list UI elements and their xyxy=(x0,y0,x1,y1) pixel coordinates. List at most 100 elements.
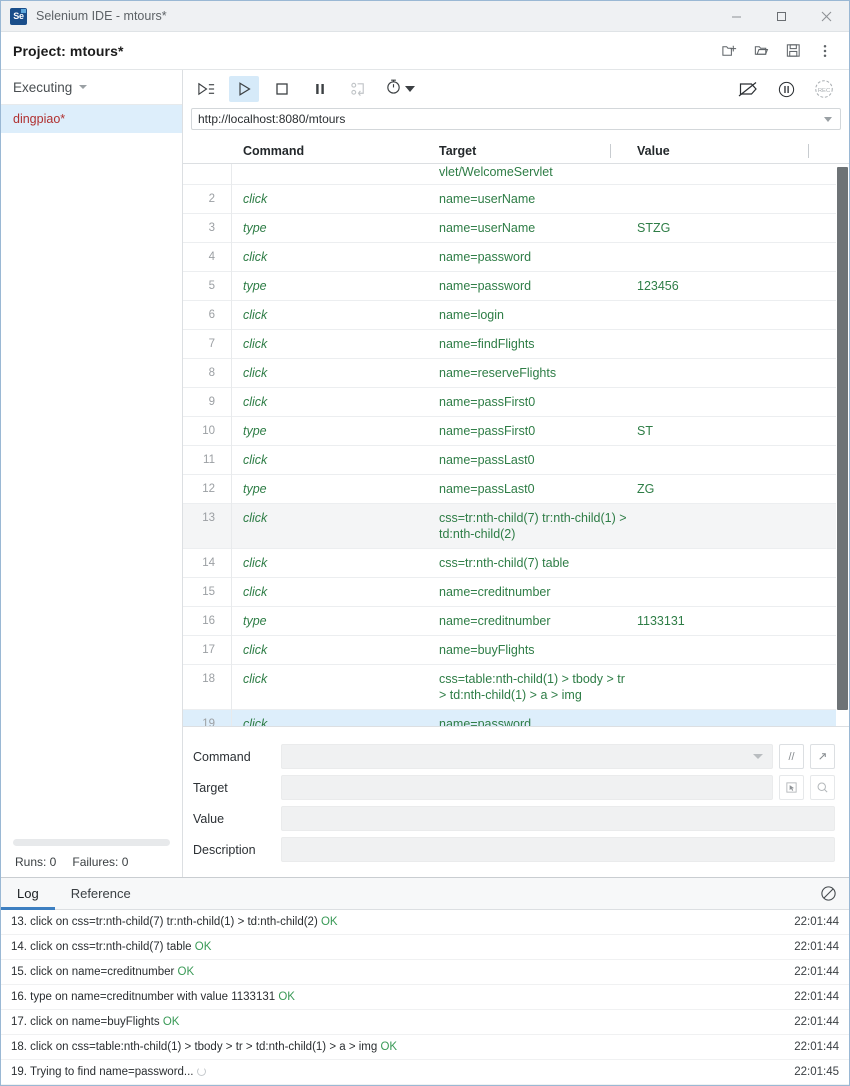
header-command[interactable]: Command xyxy=(231,144,429,158)
row-target: name=creditnumber xyxy=(439,614,551,628)
value-field-label: Value xyxy=(193,811,225,826)
table-row[interactable]: 18 click css=table:nth-child(1) > tbody > … xyxy=(183,665,836,710)
save-project-icon[interactable] xyxy=(779,37,807,65)
table-row[interactable]: 4 click name=password xyxy=(183,243,836,272)
row-target: name=buyFlights xyxy=(439,643,535,657)
row-command: type xyxy=(243,424,267,438)
target-input[interactable] xyxy=(281,775,773,800)
more-menu-icon[interactable] xyxy=(811,37,839,65)
pause-button[interactable] xyxy=(305,76,335,102)
log-entry-message: 15. click on name=creditnumber OK xyxy=(11,966,794,978)
row-value: 123456 xyxy=(637,279,679,293)
log-entry: 18. click on css=table:nth-child(1) > tb… xyxy=(1,1035,849,1060)
target-field-label: Target xyxy=(193,780,228,795)
base-url-value: http://localhost:8080/mtours xyxy=(198,112,346,126)
scrollbar-thumb[interactable] xyxy=(837,167,848,710)
value-input[interactable] xyxy=(281,806,835,831)
header-target[interactable]: Target xyxy=(429,144,627,158)
table-row[interactable]: 11 click name=passLast0 xyxy=(183,446,836,475)
clear-log-icon[interactable] xyxy=(820,885,837,902)
open-command-docs-button[interactable] xyxy=(810,744,835,769)
tab-log[interactable]: Log xyxy=(1,878,55,910)
tab-reference[interactable]: Reference xyxy=(55,878,147,910)
log-entry: 17. click on name=buyFlights OK 22:01:44 xyxy=(1,1010,849,1035)
table-row[interactable]: 9 click name=passFirst0 xyxy=(183,388,836,417)
select-target-button[interactable] xyxy=(779,775,804,800)
table-row[interactable]: 7 click name=findFlights xyxy=(183,330,836,359)
form-row-description: Description xyxy=(183,834,849,865)
base-url-input[interactable]: http://localhost:8080/mtours xyxy=(191,108,841,130)
table-row[interactable]: 14 click css=tr:nth-child(7) table xyxy=(183,549,836,578)
command-table-scrollbar[interactable] xyxy=(837,167,848,710)
project-bar: Project: mtours* xyxy=(1,32,849,70)
row-command: click xyxy=(243,337,268,351)
table-row[interactable]: 15 click name=creditnumber xyxy=(183,578,836,607)
sidebar-horizontal-scrollbar[interactable] xyxy=(13,839,170,846)
log-entry: 16. type on name=creditnumber with value… xyxy=(1,985,849,1010)
row-target: name=findFlights xyxy=(439,337,535,351)
command-field-controls: // xyxy=(281,744,849,769)
log-entry-text: 18. click on css=table:nth-child(1) > tb… xyxy=(11,1041,381,1053)
row-target: name=creditnumber xyxy=(439,585,551,599)
runs-count: Runs: 0 xyxy=(15,855,57,869)
table-row[interactable]: 12 type name=passLast0 ZG xyxy=(183,475,836,504)
row-number: 2 xyxy=(208,193,215,205)
table-row[interactable]: 6 click name=login xyxy=(183,301,836,330)
run-current-test-button[interactable] xyxy=(229,76,259,102)
log-entry-text: 16. type on name=creditnumber with value… xyxy=(11,991,279,1003)
execution-speed-button[interactable] xyxy=(381,76,419,102)
find-target-button[interactable] xyxy=(810,775,835,800)
header-value[interactable]: Value xyxy=(627,144,849,158)
run-all-tests-button[interactable] xyxy=(191,76,221,102)
step-over-button[interactable] xyxy=(343,76,373,102)
base-url-row: http://localhost:8080/mtours xyxy=(183,108,849,138)
log-entry-time: 22:01:44 xyxy=(794,1016,839,1028)
row-number: 8 xyxy=(208,367,215,379)
log-entry-time: 22:01:44 xyxy=(794,916,839,928)
sidebar-mode-selector[interactable]: Executing xyxy=(1,70,182,105)
log-panel: Log Reference 13. click on css=tr:nth-ch… xyxy=(1,877,849,1085)
table-row[interactable]: 8 click name=reserveFlights xyxy=(183,359,836,388)
table-row[interactable]: 19 click name=password xyxy=(183,710,836,726)
row-target: name=passLast0 xyxy=(439,453,535,467)
new-project-icon[interactable] xyxy=(715,37,743,65)
main-body: Executing dingpiao* Runs: 0 Failures: 0 xyxy=(1,70,849,877)
open-project-icon[interactable] xyxy=(747,37,775,65)
add-comment-button[interactable]: // xyxy=(779,744,804,769)
minimize-button[interactable] xyxy=(714,1,759,32)
table-row[interactable]: 16 type name=creditnumber 1133131 xyxy=(183,607,836,636)
log-entries: 13. click on css=tr:nth-child(7) tr:nth-… xyxy=(1,910,849,1085)
maximize-button[interactable] xyxy=(759,1,804,32)
chevron-down-icon[interactable] xyxy=(824,116,832,122)
svg-text:REC: REC xyxy=(818,88,831,94)
stop-button[interactable] xyxy=(267,76,297,102)
pause-on-exceptions-button[interactable] xyxy=(771,76,801,102)
log-entry-status: OK xyxy=(278,991,295,1003)
table-row[interactable]: 2 click name=userName xyxy=(183,185,836,214)
log-entry-message: 13. click on css=tr:nth-child(7) tr:nth-… xyxy=(11,916,794,928)
record-button[interactable]: REC xyxy=(809,76,839,102)
table-row[interactable]: 17 click name=buyFlights xyxy=(183,636,836,665)
column-divider[interactable] xyxy=(610,144,611,158)
table-row[interactable]: 3 type name=userName STZG xyxy=(183,214,836,243)
description-input[interactable] xyxy=(281,837,835,862)
row-command: click xyxy=(243,308,268,322)
command-rows-area: vlet/WelcomeServlet 2 click name=userName 3 t… xyxy=(183,164,849,726)
command-field-label: Command xyxy=(193,749,251,764)
selenium-ide-window: Se Selenium IDE - mtours* Project: mtour… xyxy=(0,0,850,1086)
title-bar: Se Selenium IDE - mtours* xyxy=(1,1,849,32)
table-row[interactable]: 13 click css=tr:nth-child(7) tr:nth-child(… xyxy=(183,504,836,549)
table-row[interactable]: 5 type name=password 123456 xyxy=(183,272,836,301)
row-number-separator xyxy=(231,164,232,726)
table-row[interactable]: 10 type name=passFirst0 ST xyxy=(183,417,836,446)
command-input[interactable] xyxy=(281,744,773,769)
table-row[interactable]: vlet/WelcomeServlet xyxy=(183,164,836,185)
value-field-controls xyxy=(281,806,849,831)
close-button[interactable] xyxy=(804,1,849,32)
disable-breakpoints-button[interactable] xyxy=(733,76,763,102)
column-divider[interactable] xyxy=(808,144,809,158)
row-number: 15 xyxy=(202,586,215,598)
test-list-item[interactable]: dingpiao* xyxy=(1,105,182,133)
row-value: STZG xyxy=(637,221,671,235)
command-table-header: Command Target Value xyxy=(183,138,849,164)
